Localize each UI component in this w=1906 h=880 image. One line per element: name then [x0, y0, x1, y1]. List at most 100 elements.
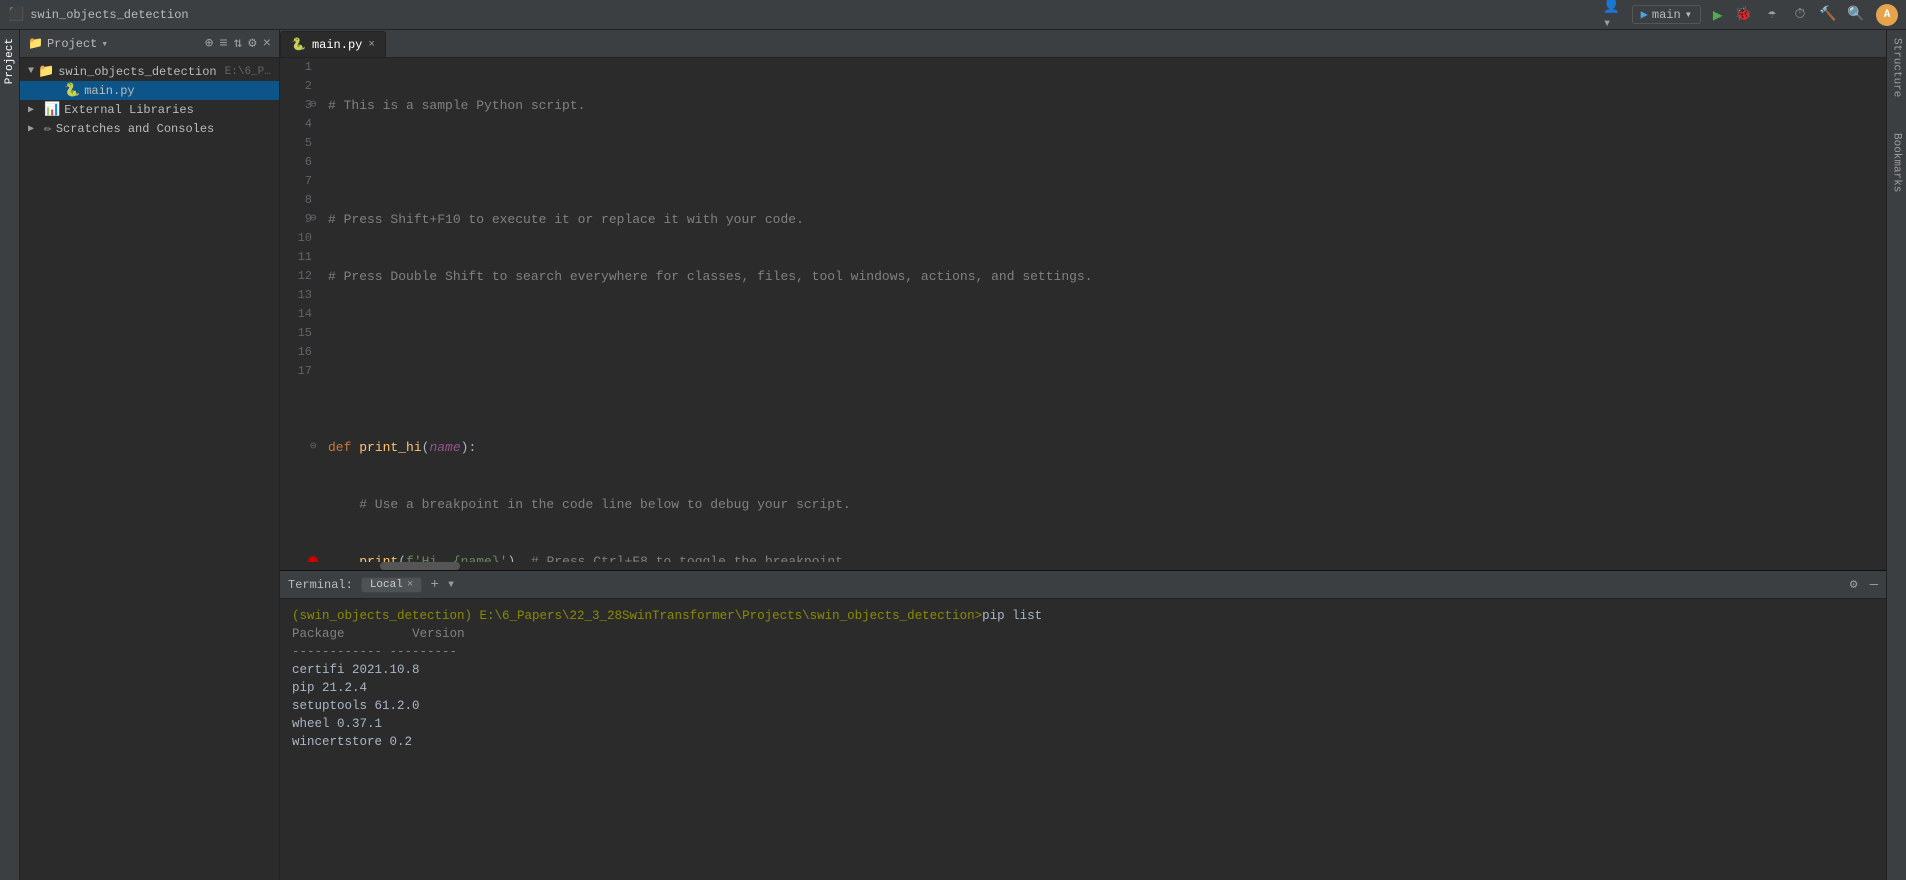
code-line-4: # Press Double Shift to search everywher… [328, 267, 1878, 286]
terminal-pkg-setuptools: setuptools 61.2.0 [292, 697, 1874, 715]
code-line-6 [328, 381, 1878, 400]
terminal-separator: ------------ --------- [292, 643, 1874, 661]
terminal-settings-button[interactable]: ⚙ [1850, 577, 1858, 592]
line-num-1: 1 [288, 58, 312, 77]
main-content: Project 📁 Project ▾ ⊕ ≡ ⇅ ⚙ × ▼ 📁 swin_o… [0, 30, 1906, 880]
code-9-paren: ( [398, 552, 406, 562]
project-panel: 📁 Project ▾ ⊕ ≡ ⇅ ⚙ × ▼ 📁 swin_objects_d… [20, 30, 280, 880]
code-line-1: ⊖ # This is a sample Python script. [328, 96, 1878, 115]
terminal-tab-local[interactable]: Local × [361, 577, 423, 593]
terminal-sep-text: ------------ --------- [292, 645, 457, 659]
terminal-minimize-button[interactable]: — [1870, 577, 1878, 593]
tree-expand-ext: ▶ [28, 104, 40, 116]
tree-expand-scratches: ▶ [28, 123, 40, 135]
pkg-name-wheel: wheel [292, 717, 337, 731]
project-dropdown-icon[interactable]: ▾ [101, 37, 108, 51]
code-content[interactable]: ⊖ # This is a sample Python script. ⊖ # … [320, 58, 1886, 562]
editor-tab-main-py[interactable]: 🐍 main.py × [280, 31, 386, 57]
run-config-selector[interactable]: ▶ main ▾ [1632, 5, 1701, 24]
code-editor[interactable]: 1 2 3 4 5 6 7 8 9 10 11 12 13 14 15 16 1… [280, 58, 1886, 562]
coverage-button[interactable]: ☂ [1764, 7, 1780, 23]
title-bar: ⬛ swin_objects_detection 👤▾ ▶ main ▾ ▶ 🐞… [0, 0, 1906, 30]
debug-button[interactable]: 🐞 [1735, 6, 1752, 23]
terminal-pkg-certifi: certifi 2021.10.8 [292, 661, 1874, 679]
code-line-4-text: # Press Double Shift to search everywher… [328, 267, 1093, 286]
terminal-col-version [352, 627, 405, 641]
folder-icon: 📁 [28, 36, 43, 51]
tree-item-scratches[interactable]: ▶ ✏ Scratches and Consoles [20, 119, 279, 138]
sidebar-tab-bookmarks[interactable]: Bookmarks [1888, 125, 1906, 200]
terminal-area: Terminal: Local × + ▾ ⚙ — (swin_objects_… [280, 570, 1886, 880]
line-num-8: 8 [288, 191, 312, 210]
config-dropdown-icon: ▾ [1685, 7, 1692, 22]
avatar[interactable]: A [1876, 4, 1898, 26]
fn-print-call: print [359, 552, 398, 562]
line-num-3: 3 [288, 96, 312, 115]
settings-icon[interactable]: ⚙ [248, 35, 256, 52]
tab-file-icon: 🐍 [291, 37, 306, 52]
tree-item-root[interactable]: ▼ 📁 swin_objects_detection E:\6_Papers\2… [20, 62, 279, 81]
tree-item-main-py[interactable]: 🐍 main.py [20, 81, 279, 100]
run-button[interactable]: ▶ [1713, 5, 1723, 25]
profile-button[interactable]: ⏱ [1792, 7, 1808, 23]
terminal-add-button[interactable]: + [430, 577, 438, 593]
code-line-7: ⊖ def print_hi(name): [328, 438, 1878, 457]
line-num-17: 17 [288, 362, 312, 381]
pkg-name-certifi: certifi [292, 663, 352, 677]
terminal-dropdown-button[interactable]: ▾ [447, 576, 455, 593]
terminal-content[interactable]: (swin_objects_detection) E:\6_Papers\22_… [280, 599, 1886, 880]
line-num-16: 16 [288, 343, 312, 362]
param-name: name [429, 438, 460, 457]
code-line-3: ⊖ # Press Shift+F10 to execute it or rep… [328, 210, 1878, 229]
sort-icon[interactable]: ⇅ [234, 35, 242, 52]
locate-icon[interactable]: ⊕ [205, 35, 213, 52]
fold-icon-3[interactable]: ⊖ [310, 210, 317, 229]
tab-close-button[interactable]: × [368, 39, 375, 51]
line-num-10: 10 [288, 229, 312, 248]
build-button[interactable]: 🔨 [1820, 7, 1836, 23]
fold-icon-1[interactable]: ⊖ [310, 96, 317, 115]
project-panel-title: 📁 Project ▾ [28, 36, 108, 51]
project-tools: ⊕ ≡ ⇅ ⚙ × [205, 35, 271, 52]
scratch-icon: ✏ [44, 121, 52, 136]
title-bar-right: 👤▾ ▶ main ▾ ▶ 🐞 ☂ ⏱ 🔨 🔍 A [1604, 4, 1898, 26]
terminal-col-package: Package [292, 627, 345, 641]
terminal-label: Terminal: [288, 578, 353, 592]
run-config-label: main [1652, 8, 1681, 22]
pkg-name-setuptools: setuptools [292, 699, 375, 713]
tree-item-external-libs[interactable]: ▶ 📊 External Libraries [20, 100, 279, 119]
terminal-col-version-label: Version [412, 627, 465, 641]
library-icon: 📊 [44, 102, 60, 117]
code-line-9-indent [328, 552, 359, 562]
terminal-prompt: (swin_objects_detection) E:\6_Papers\22_… [292, 609, 982, 623]
sidebar-tab-project[interactable]: Project [1, 30, 19, 92]
project-panel-header: 📁 Project ▾ ⊕ ≡ ⇅ ⚙ × [20, 30, 279, 58]
left-sidebar-tabs: Project [0, 30, 20, 880]
user-icon[interactable]: 👤▾ [1604, 7, 1620, 23]
terminal-tab-label: Local [370, 579, 403, 591]
fn-print-hi: print_hi [359, 438, 421, 457]
pkg-ver-setuptools: 61.2.0 [375, 699, 420, 713]
project-title: swin_objects_detection [30, 8, 188, 22]
line-num-2: 2 [288, 77, 312, 96]
sidebar-tab-structure[interactable]: Structure [1888, 30, 1906, 105]
paren-close: ): [461, 438, 477, 457]
close-icon[interactable]: × [263, 36, 271, 52]
horizontal-scrollbar[interactable] [280, 562, 1886, 570]
collapse-icon[interactable]: ≡ [219, 36, 227, 52]
fold-icon-7[interactable]: ⊖ [310, 438, 317, 457]
line-num-9: 9 [288, 210, 312, 229]
tree-expand-root: ▼ [28, 66, 34, 77]
terminal-pkg-wheel: wheel 0.37.1 [292, 715, 1874, 733]
h-scrollbar-thumb[interactable] [380, 562, 460, 570]
terminal-tab-close[interactable]: × [407, 579, 414, 591]
line-num-6: 6 [288, 153, 312, 172]
editor-area: 🐍 main.py × 1 2 3 4 5 6 7 8 9 10 11 12 1… [280, 30, 1886, 880]
pkg-ver-pip: 21.2.4 [322, 681, 367, 695]
terminal-pkg-wincertstore: wincertstore 0.2 [292, 733, 1874, 751]
line-num-14: 14 [288, 305, 312, 324]
line-num-12: 12 [288, 267, 312, 286]
search-everywhere-button[interactable]: 🔍 [1848, 7, 1864, 23]
line-num-5: 5 [288, 134, 312, 153]
line-num-13: 13 [288, 286, 312, 305]
